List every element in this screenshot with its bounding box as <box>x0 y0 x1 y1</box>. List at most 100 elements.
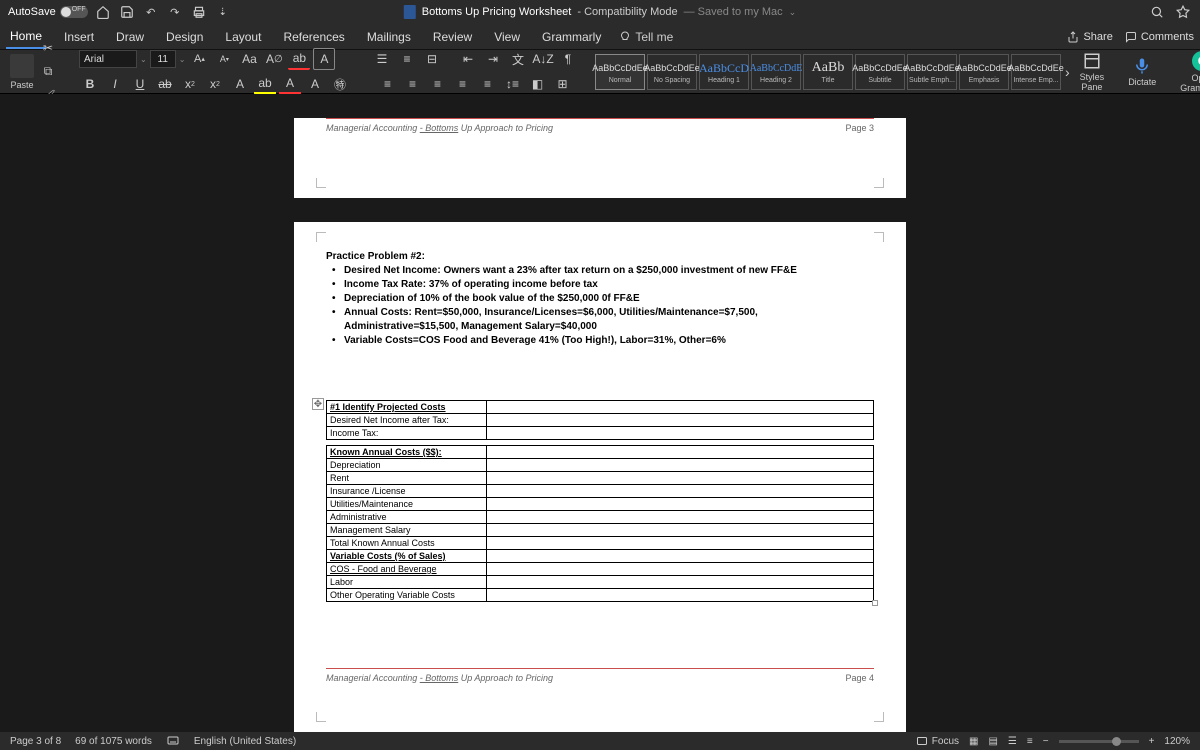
tab-references[interactable]: References <box>279 26 348 48</box>
underline-button[interactable]: U <box>129 73 151 95</box>
superscript-button[interactable]: x2 <box>204 73 226 95</box>
style-heading-1[interactable]: AaBbCcDHeading 1 <box>699 54 749 90</box>
redo-icon[interactable]: ↷ <box>166 3 184 21</box>
projected-costs-table[interactable]: ✥ #1 Identify Projected Costs Desired Ne… <box>326 400 874 602</box>
style-normal[interactable]: AaBbCcDdEeNormal <box>595 54 645 90</box>
tab-draw[interactable]: Draw <box>112 26 148 48</box>
tab-mailings[interactable]: Mailings <box>363 26 415 48</box>
open-grammarly-button[interactable]: G Open Grammarly <box>1174 51 1200 93</box>
character-border-icon[interactable]: A <box>313 48 335 70</box>
save-icon[interactable] <box>118 3 136 21</box>
distributed-button[interactable]: ≡ <box>477 73 499 95</box>
table-resize-handle-icon[interactable] <box>872 600 878 606</box>
text-effects-icon[interactable]: A <box>229 73 251 95</box>
bold-button[interactable]: B <box>79 73 101 95</box>
ribbon-options-icon[interactable] <box>1174 3 1192 21</box>
zoom-slider[interactable] <box>1059 740 1139 743</box>
styles-more-icon[interactable]: › <box>1065 61 1070 83</box>
increase-indent-button[interactable]: ⇥ <box>482 48 504 70</box>
document-canvas[interactable]: Managerial Accounting - Bottoms Up Appro… <box>0 94 1200 732</box>
style-no-spacing[interactable]: AaBbCcDdEeNo Spacing <box>647 54 697 90</box>
problem-bullet: Income Tax Rate: 37% of operating income… <box>344 278 874 292</box>
asian-layout-icon[interactable]: 文 <box>507 48 529 70</box>
footer-left: Managerial Accounting - Bottoms Up Appro… <box>326 673 553 683</box>
table-move-handle-icon[interactable]: ✥ <box>312 398 324 410</box>
borders-button[interactable]: ⊞ <box>552 73 574 95</box>
sort-button[interactable]: A↓Z <box>532 48 554 70</box>
justify-button[interactable]: ≡ <box>452 73 474 95</box>
draft-view-icon[interactable]: ≡ <box>1027 736 1033 747</box>
tab-view[interactable]: View <box>490 26 524 48</box>
chevron-down-icon[interactable]: ⌄ <box>789 7 797 18</box>
paste-button[interactable] <box>10 54 34 78</box>
cut-icon[interactable]: ✂ <box>37 37 59 59</box>
font-dropdown-icon[interactable]: ⌄ <box>140 55 147 64</box>
show-paragraph-marks-button[interactable]: ¶ <box>557 48 579 70</box>
tab-design[interactable]: Design <box>162 26 207 48</box>
styles-gallery[interactable]: AaBbCcDdEeNormalAaBbCcDdEeNo SpacingAaBb… <box>595 54 1061 90</box>
tab-insert[interactable]: Insert <box>60 26 98 48</box>
outline-view-icon[interactable]: ☰ <box>1008 736 1017 747</box>
style-title[interactable]: AaBbTitle <box>803 54 853 90</box>
tab-review[interactable]: Review <box>429 26 476 48</box>
numbering-button[interactable]: ≡ <box>396 48 418 70</box>
line-spacing-button[interactable]: ↕≡ <box>502 73 524 95</box>
bullets-button[interactable]: ☰ <box>371 48 393 70</box>
tab-layout[interactable]: Layout <box>221 26 265 48</box>
focus-mode-button[interactable]: Focus <box>916 735 959 747</box>
tab-grammarly[interactable]: Grammarly <box>538 26 605 48</box>
multilevel-list-button[interactable]: ⊟ <box>421 48 443 70</box>
character-shading-icon[interactable]: A <box>304 73 326 95</box>
subscript-button[interactable]: x2 <box>179 73 201 95</box>
comments-button[interactable]: Comments <box>1125 31 1194 43</box>
customize-qat-icon[interactable]: ⇣ <box>214 3 232 21</box>
shading-button[interactable]: ◧ <box>527 73 549 95</box>
print-layout-view-icon[interactable]: ▦ <box>969 736 978 747</box>
strikethrough-button[interactable]: ab <box>154 73 176 95</box>
font-size-input[interactable] <box>150 50 176 68</box>
align-right-button[interactable]: ≡ <box>427 73 449 95</box>
web-layout-view-icon[interactable]: ▤ <box>988 736 997 747</box>
autosave-toggle[interactable] <box>60 6 88 18</box>
align-center-button[interactable]: ≡ <box>402 73 424 95</box>
fontsize-dropdown-icon[interactable]: ⌄ <box>179 55 186 64</box>
print-icon[interactable] <box>190 3 208 21</box>
search-icon[interactable] <box>1148 3 1166 21</box>
increase-font-icon[interactable]: A▴ <box>188 48 210 70</box>
spellcheck-icon[interactable] <box>166 735 180 747</box>
copy-icon[interactable]: ⧉ <box>37 61 59 83</box>
problem-bullet: Desired Net Income: Owners want a 23% af… <box>344 264 874 278</box>
style-emphasis[interactable]: AaBbCcDdEeEmphasis <box>959 54 1009 90</box>
font-color-button[interactable]: A <box>279 73 301 95</box>
phonetic-guide-icon[interactable]: ab <box>288 48 310 70</box>
zoom-in-button[interactable]: + <box>1149 736 1155 747</box>
language-indicator[interactable]: English (United States) <box>194 736 296 747</box>
problem-bullet: Annual Costs: Rent=$50,000, Insurance/Li… <box>344 306 874 334</box>
style-heading-2[interactable]: AaBbCcDdEHeading 2 <box>751 54 801 90</box>
clear-formatting-icon[interactable]: A∅ <box>263 48 285 70</box>
page-4: Practice Problem #2: Desired Net Income:… <box>294 222 906 732</box>
saved-status[interactable]: — Saved to my Mac <box>684 6 783 18</box>
italic-button[interactable]: I <box>104 73 126 95</box>
decrease-indent-button[interactable]: ⇤ <box>457 48 479 70</box>
page-indicator[interactable]: Page 3 of 8 <box>10 736 61 747</box>
enclose-characters-icon[interactable]: ㊕ <box>329 73 351 95</box>
highlight-button[interactable]: ab <box>254 73 276 95</box>
tell-me-search[interactable]: Tell me <box>619 30 673 44</box>
word-count[interactable]: 69 of 1075 words <box>75 736 152 747</box>
style-intense-emp-[interactable]: AaBbCcDdEeIntense Emp... <box>1011 54 1061 90</box>
style-subtitle[interactable]: AaBbCcDdEeSubtitle <box>855 54 905 90</box>
font-family-input[interactable] <box>79 50 137 68</box>
zoom-out-button[interactable]: − <box>1043 736 1049 747</box>
change-case-icon[interactable]: Aa <box>238 48 260 70</box>
document-title: Bottoms Up Pricing Worksheet <box>422 6 572 18</box>
home-icon[interactable] <box>94 3 112 21</box>
zoom-level[interactable]: 120% <box>1164 736 1190 747</box>
style-subtle-emph-[interactable]: AaBbCcDdEeSubtle Emph... <box>907 54 957 90</box>
align-left-button[interactable]: ≡ <box>377 73 399 95</box>
dictate-button[interactable]: Dictate <box>1122 57 1162 87</box>
styles-pane-button[interactable]: Styles Pane <box>1074 52 1111 92</box>
decrease-font-icon[interactable]: A▾ <box>213 48 235 70</box>
undo-icon[interactable]: ↶ <box>142 3 160 21</box>
share-button[interactable]: Share <box>1067 31 1112 43</box>
